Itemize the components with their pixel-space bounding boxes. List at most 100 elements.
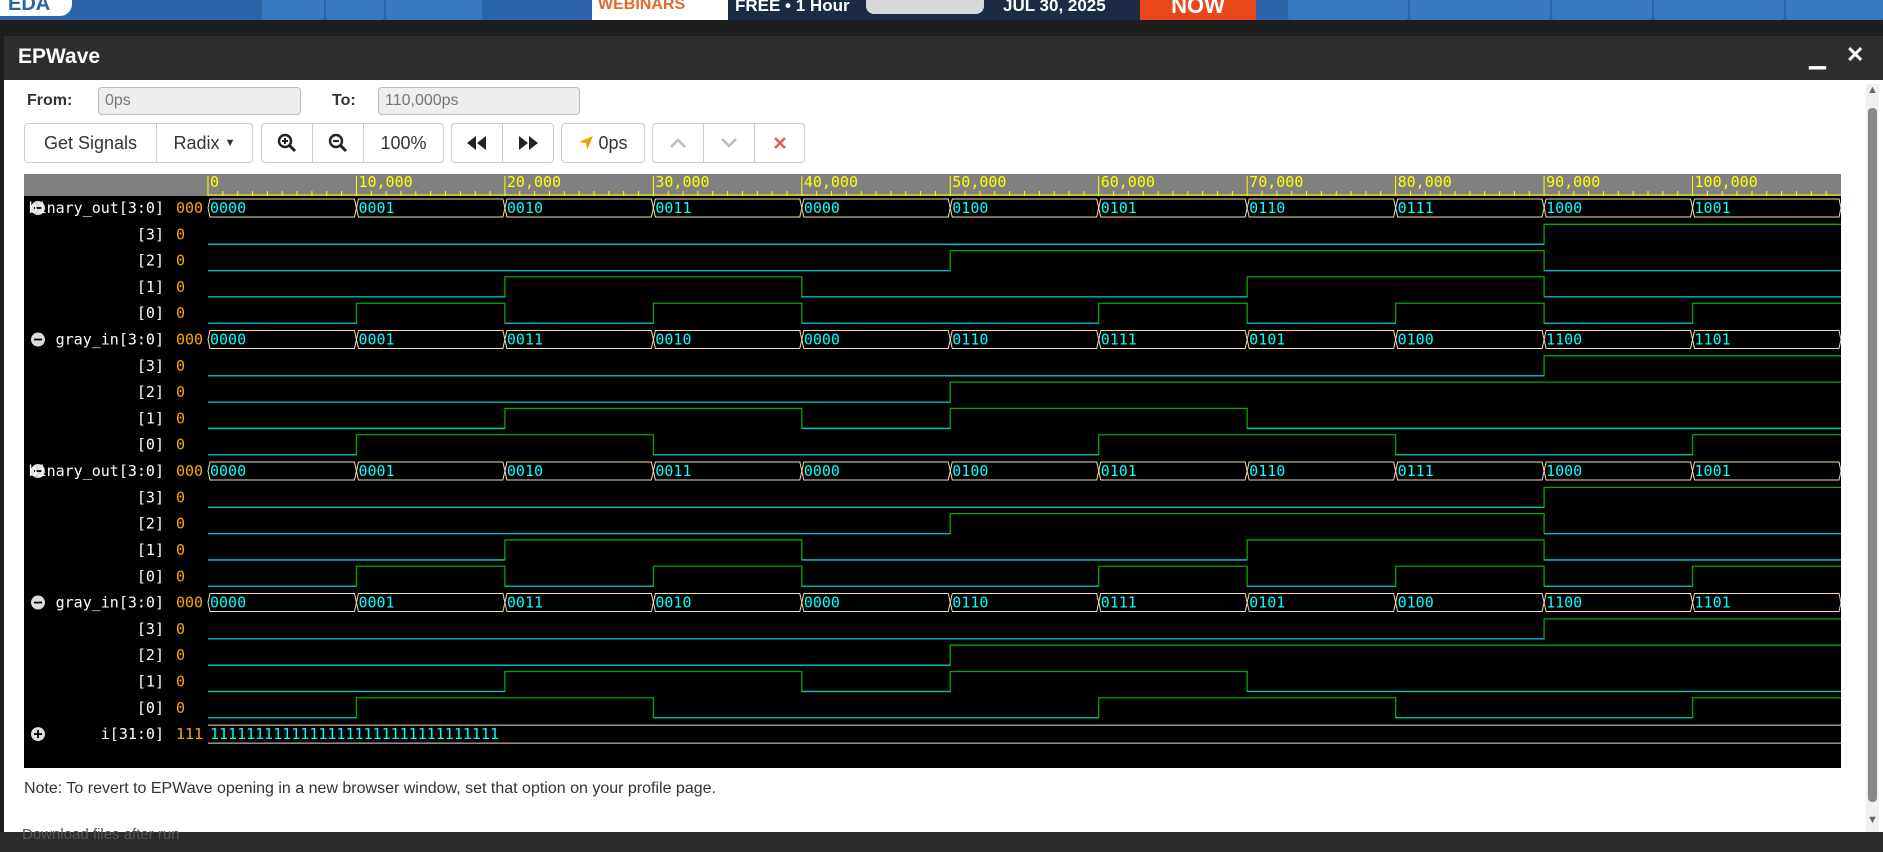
bus-segment-value: 0000	[804, 331, 840, 349]
bus-segment-value: 0011	[507, 331, 543, 349]
bus-segment-value: 0100	[952, 462, 988, 480]
signal-value: 000	[176, 199, 203, 217]
radix-dropdown[interactable]: Radix ▼	[157, 124, 252, 162]
zoom-in-icon	[277, 133, 297, 153]
bus-segment-value: 0100	[952, 199, 988, 217]
signal-value: 0	[176, 357, 185, 375]
bus-segment-value: 0110	[1249, 462, 1285, 480]
signal-value: 0	[176, 699, 185, 717]
bus-segment-value: 0010	[507, 199, 543, 217]
signal-name: gray_in[3:0]	[56, 331, 164, 349]
signal-value: 0	[176, 252, 185, 270]
from-input[interactable]	[98, 87, 301, 115]
waveform-viewer[interactable]: 0 10,000 20,000 30,000 40,000 50,000 60,000 70,…	[24, 174, 1841, 768]
signal-value: 000	[176, 331, 203, 349]
bus-segment-value: 0101	[1249, 594, 1285, 612]
signal-name: [1]	[137, 409, 164, 427]
bus-segment-value: 1100	[1546, 594, 1582, 612]
site-nav-button[interactable]	[262, 0, 324, 20]
next-edge-button[interactable]	[503, 124, 554, 162]
bus-segment-value: 0111	[1398, 199, 1434, 217]
bus-segment-value: 1000	[1546, 462, 1582, 480]
bus-segment-value: 0001	[358, 199, 394, 217]
banner-slider	[866, 0, 984, 14]
cursor-time-button[interactable]: 0ps	[562, 124, 644, 162]
move-down-button[interactable]	[704, 124, 755, 162]
bus-segment-value: 0011	[655, 462, 691, 480]
signal-name: [3]	[137, 620, 164, 638]
banner-free-text: FREE • 1 Hour	[735, 0, 850, 15]
bus-segment-value: 0010	[655, 594, 691, 612]
signal-name: binary_out[3:0]	[29, 199, 164, 217]
bus-segment-value: 0111	[1398, 462, 1434, 480]
zoom-out-button[interactable]	[313, 124, 364, 162]
signal-value: 0	[176, 225, 185, 243]
signal-value: 0	[176, 278, 185, 296]
bit-waveform	[208, 670, 1841, 693]
zoom-level-button[interactable]: 100%	[364, 124, 443, 162]
bus-segment-value: 1001	[1695, 199, 1731, 217]
vertical-scrollbar[interactable]: ▲ ▼	[1866, 84, 1879, 832]
bit-waveform	[208, 512, 1841, 535]
ruler-tick-label: 90,000	[1546, 174, 1600, 191]
move-up-button[interactable]	[653, 124, 704, 162]
bit-waveform	[208, 249, 1841, 272]
bus-segment-value: 0111	[1101, 594, 1137, 612]
scrollbar-thumb[interactable]	[1868, 108, 1877, 802]
prev-edge-button[interactable]	[452, 124, 503, 162]
signal-value: 0	[176, 672, 185, 690]
site-nav-button[interactable]	[1786, 0, 1883, 20]
signal-value: 0	[176, 541, 185, 559]
signal-name: [1]	[137, 541, 164, 559]
bus-segment-value: 1101	[1695, 594, 1731, 612]
get-signals-button[interactable]: Get Signals	[25, 124, 157, 162]
signal-value: 0	[176, 567, 185, 585]
to-input[interactable]	[378, 87, 580, 115]
site-nav-button[interactable]	[1552, 0, 1652, 20]
signal-name: gray_in[3:0]	[56, 594, 164, 612]
signal-value: 000	[176, 462, 203, 480]
signal-name: [2]	[137, 515, 164, 533]
bus-segment-value: 1101	[1695, 331, 1731, 349]
site-nav-button[interactable]	[326, 0, 384, 20]
bus-segment-value: 0110	[1249, 199, 1285, 217]
signal-name: [2]	[137, 383, 164, 401]
close-icon[interactable]: ✕	[1846, 42, 1864, 68]
bit-waveform	[208, 697, 1841, 719]
signal-value: 111	[176, 725, 203, 743]
zoom-in-button[interactable]	[262, 124, 313, 162]
signal-name: [3]	[137, 488, 164, 506]
window-title: EPWave	[18, 45, 101, 68]
signal-name: [0]	[137, 699, 164, 717]
bus-segment-value: 0000	[210, 199, 246, 217]
bus-segment-value: 0100	[1398, 594, 1434, 612]
signal-value: 0	[176, 409, 185, 427]
bus-segment-value: 1001	[1695, 462, 1731, 480]
banner-date-text: JUL 30, 2025	[1003, 0, 1106, 15]
caret-down-icon: ▼	[224, 137, 236, 149]
signal-value: 000	[176, 594, 203, 612]
radix-label: Radix	[173, 132, 220, 153]
bus-segment-value: 0001	[358, 331, 394, 349]
banner-now-button[interactable]: NOW	[1140, 0, 1256, 20]
ruler-tick-label: 80,000	[1398, 174, 1452, 191]
signal-name: [1]	[137, 278, 164, 296]
scroll-up-arrow-icon[interactable]: ▲	[1867, 84, 1878, 96]
minimize-icon[interactable]: ▁	[1809, 44, 1826, 70]
site-nav-button[interactable]	[1654, 0, 1784, 20]
zoom-button-group: 100%	[261, 123, 444, 163]
signal-name: [2]	[137, 252, 164, 270]
site-nav-button[interactable]	[1410, 0, 1550, 20]
signal-name: [1]	[137, 672, 164, 690]
bus-segment-value: 0000	[210, 331, 246, 349]
rewind-icon	[466, 136, 486, 150]
site-nav-button[interactable]	[1288, 0, 1408, 20]
signal-value: 0	[176, 515, 185, 533]
remove-signal-button[interactable]	[755, 124, 804, 162]
scroll-down-arrow-icon[interactable]: ▼	[1867, 814, 1878, 826]
bus-segment-value: 0001	[358, 462, 394, 480]
signal-name: [3]	[137, 357, 164, 375]
site-nav-button[interactable]	[386, 0, 482, 20]
bit-waveform	[208, 565, 1841, 587]
signal-value: 0	[176, 304, 185, 322]
